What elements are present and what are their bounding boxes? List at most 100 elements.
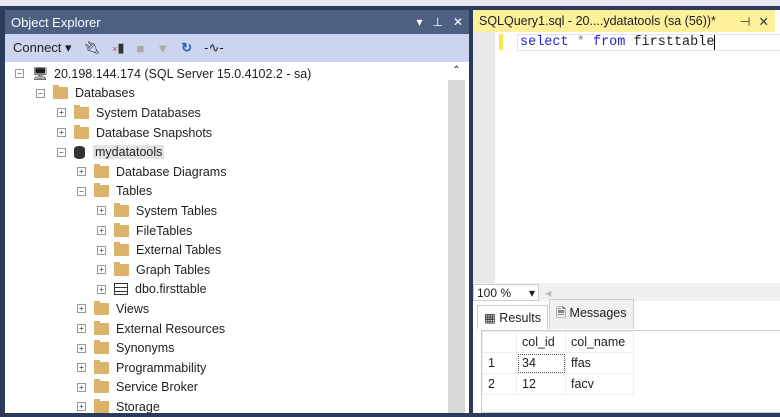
tree-item-label: Views [116,301,150,316]
expand-icon[interactable]: + [97,245,106,255]
folder-icon [94,359,109,374]
row-number[interactable]: 1 [482,352,517,374]
zoom-value: 100 % [477,285,512,300]
tree-item-label: 20.198.144.174 (SQL Server 15.0.4102.2 -… [54,66,312,81]
result-tabs: ▦ Results 🗎︎ Messages [477,299,635,329]
sql-editor[interactable]: select * from firsttable [473,32,780,283]
chevron-down-icon: ▾ [528,285,535,300]
tree-item[interactable]: + External Resources [5,319,451,339]
expand-icon[interactable]: + [77,304,86,314]
cell[interactable]: 12 [516,373,566,395]
row-number[interactable]: 2 [482,373,517,395]
folder-icon [114,242,129,257]
tree-item[interactable]: − Tables [5,182,451,202]
cell[interactable]: ffas [565,352,634,374]
expand-icon[interactable]: + [77,324,86,334]
tree-item-label: mydatatools [93,145,165,160]
tree-item[interactable]: + Graph Tables [5,260,451,280]
folder-icon [114,261,129,276]
tab-sqlquery1[interactable]: SQLQuery1.sql - 20....ydatatools (sa (56… [473,10,775,32]
expand-icon[interactable]: + [57,108,66,118]
tab-label: Messages [569,306,627,320]
stop-icon[interactable]: ■ [137,41,145,56]
tree-item-label: Synonyms [116,341,175,356]
operator: * [576,35,585,50]
tree-item[interactable]: − mydatatools [5,142,451,162]
expand-icon[interactable]: + [77,343,86,353]
tree-item-label: System Databases [96,105,201,120]
tree-item[interactable]: + Programmability [5,358,451,378]
code-line[interactable]: select * from firsttable [517,34,780,51]
collapse-icon[interactable]: − [15,69,24,79]
expand-icon[interactable]: + [77,363,86,373]
expand-icon[interactable]: + [77,382,86,392]
cell[interactable]: 34 [516,352,566,374]
tab-results[interactable]: ▦ Results [477,305,548,329]
column-header[interactable]: col_name [565,331,634,353]
expand-icon[interactable]: + [97,226,106,236]
tree-item-label: Databases [75,86,135,101]
pin-icon[interactable]: ⊥ [432,15,442,29]
tree-item-label: Database Snapshots [96,125,213,140]
zoom-select[interactable]: 100 % ▾ [473,283,539,301]
column-header[interactable]: col_id [516,331,566,353]
close-icon[interactable]: ✕ [453,15,463,29]
connect-button[interactable]: Connect ▾ [13,40,72,56]
top-strip [0,0,780,6]
tab-messages[interactable]: 🗎︎ Messages [548,299,634,329]
scroll-left-icon[interactable]: ◂ [545,285,551,300]
expand-icon[interactable]: + [57,128,66,138]
scroll-up-icon[interactable]: ⌃ [448,62,465,80]
folder-icon [94,183,109,198]
disconnect-icon[interactable]: ×▮ [112,40,124,56]
folder-icon [74,124,89,139]
tree-item-label: Storage [116,399,160,414]
expand-icon[interactable]: + [97,284,106,294]
tree-item-label: Service Broker [116,380,198,395]
collapse-icon[interactable]: − [36,88,45,98]
change-marker [499,34,503,50]
editor-gutter [473,32,495,283]
dropdown-icon[interactable]: ▾ [416,15,422,29]
expand-icon[interactable]: + [97,265,106,275]
tab-title: SQLQuery1.sql - 20....ydatatools (sa (56… [479,14,716,28]
tree-item[interactable]: + Database Snapshots [5,123,451,143]
filter-icon[interactable]: ▼ [156,41,169,56]
collapse-icon[interactable]: − [77,186,86,196]
tree-item-label: System Tables [136,203,218,218]
object-tree: − 🖥︎ 20.198.144.174 (SQL Server 15.0.4102.… [5,62,451,414]
tree-item[interactable]: + External Tables [5,240,451,260]
expand-icon[interactable]: + [97,206,106,216]
folder-icon [94,300,109,315]
tree-item[interactable]: + System Databases [5,103,451,123]
table-row: 1 34 ffas [482,352,634,374]
close-tab-icon[interactable]: ✕ [759,14,769,29]
tree-item[interactable]: − 🖥︎ 20.198.144.174 (SQL Server 15.0.4102.… [5,64,451,84]
keyword: from [592,35,626,50]
refresh-icon[interactable]: ↻ [181,40,192,56]
folder-icon [94,398,109,413]
tree-item[interactable]: + Database Diagrams [5,162,451,182]
tree-item[interactable]: + Service Broker [5,378,451,398]
expand-icon[interactable]: + [77,167,86,177]
tree-item-label: Tables [116,184,153,199]
tree-item[interactable]: − Databases [5,84,451,104]
vertical-scrollbar[interactable]: ⌃ [448,62,465,413]
tree-item[interactable]: + dbo.firsttable [5,280,451,300]
tree-item[interactable]: + System Tables [5,201,451,221]
folder-icon [114,222,129,237]
pin-icon[interactable]: ⊣ [740,14,751,29]
expand-icon[interactable]: + [77,402,86,412]
cell[interactable]: facv [565,373,634,395]
table-icon [114,283,128,296]
tree-item[interactable]: + Views [5,299,451,319]
connect-plug-icon[interactable]: 🔌︎ [84,40,101,56]
query-panel: SQLQuery1.sql - 20....ydatatools (sa (56… [473,10,780,413]
tree-item[interactable]: + FileTables [5,221,451,241]
folder-icon [94,163,109,178]
identifier: firsttable [633,35,715,50]
collapse-icon[interactable]: − [57,147,66,157]
tree-item[interactable]: + Storage [5,397,451,417]
activity-monitor-icon[interactable]: -∿- [204,40,224,56]
tree-item[interactable]: + Synonyms [5,338,451,358]
